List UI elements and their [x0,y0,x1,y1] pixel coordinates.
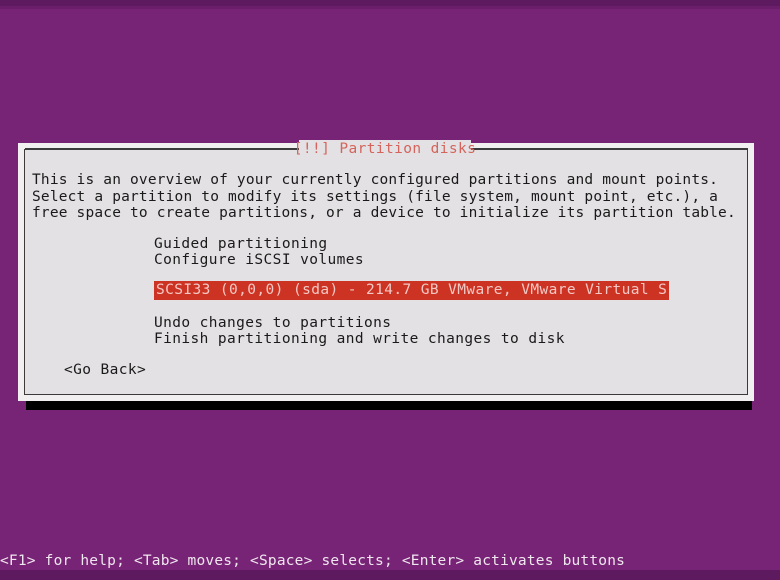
menu-item-guided-partitioning[interactable]: Guided partitioning [154,236,327,253]
menu-item-configure-iscsi-volumes[interactable]: Configure iSCSI volumes [154,252,364,269]
screen-bottom-strip [0,570,780,580]
dialog-content: This is an overview of your currently co… [24,149,748,395]
menu-item-finish-partitioning[interactable]: Finish partitioning and write changes to… [154,331,565,348]
screen-top-strip-secondary [0,6,780,9]
intro-text: This is an overview of your currently co… [32,172,736,222]
go-back-button[interactable]: <Go Back> [64,362,146,378]
menu-item-undo-changes[interactable]: Undo changes to partitions [154,315,391,332]
menu-item-disk-sda-selected[interactable]: SCSI33 (0,0,0) (sda) - 214.7 GB VMware, … [154,281,670,300]
status-bar-hint: <F1> for help; <Tab> moves; <Space> sele… [0,553,626,569]
